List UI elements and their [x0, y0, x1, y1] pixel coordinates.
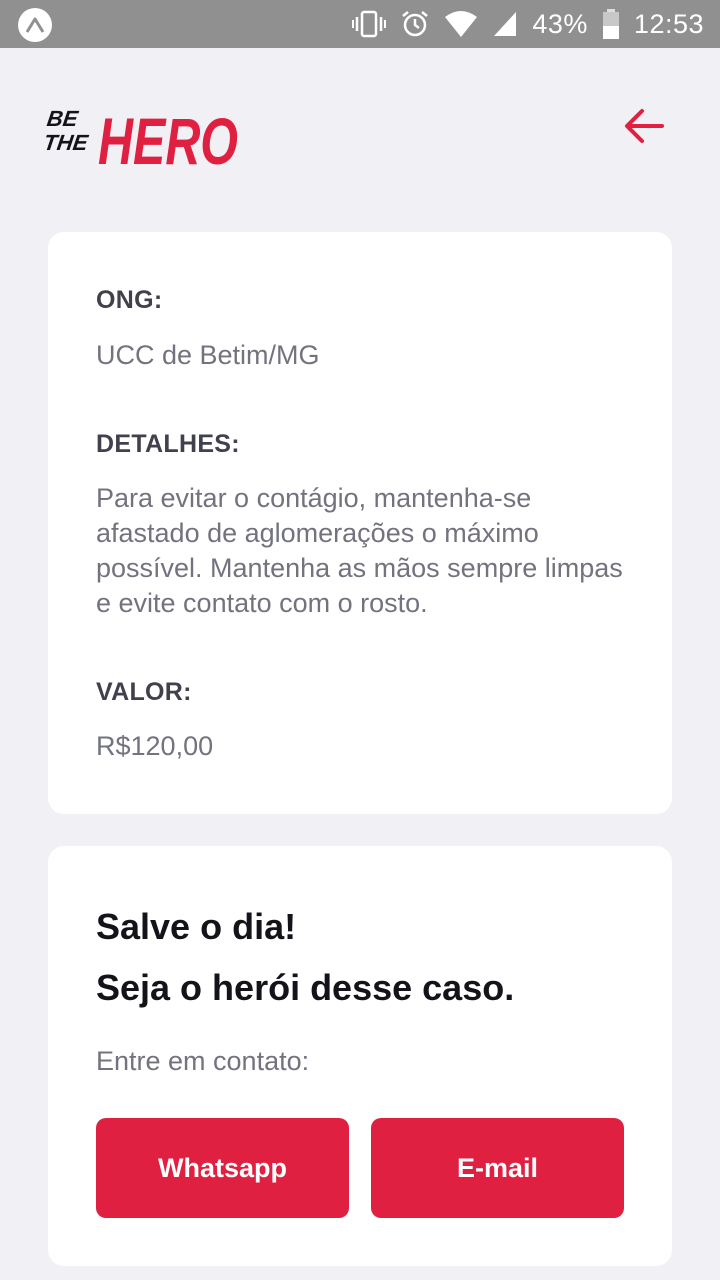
logo-hero: HERO [98, 104, 238, 174]
expo-app-icon [18, 8, 52, 42]
email-button[interactable]: E-mail [371, 1118, 624, 1218]
contact-prompt: Entre em contato: [96, 1046, 310, 1076]
contact-card: Salve o dia! Seja o herói desse caso. En… [48, 846, 672, 1266]
battery-percent: 43% [532, 8, 588, 39]
contact-title: Salve o dia! [96, 906, 297, 947]
arrow-left-icon [622, 106, 666, 151]
wifi-icon [444, 10, 478, 38]
logo-be: BE [46, 106, 81, 131]
clock: 12:53 [633, 8, 704, 39]
alarm-icon [400, 9, 430, 39]
ong-label: ONG: [96, 286, 163, 314]
value-amount: R$120,00 [96, 731, 214, 761]
value-label: VALOR: [96, 678, 192, 706]
back-button[interactable] [616, 100, 672, 156]
whatsapp-button[interactable]: Whatsapp [96, 1118, 349, 1218]
contact-subtitle: Seja o herói desse caso. [96, 967, 515, 1008]
vibrate-icon [352, 9, 387, 39]
signal-icon [492, 10, 518, 38]
ong-value: UCC de Betim/MG [96, 340, 320, 370]
be-the-hero-logo: BE THE HERO [42, 84, 242, 178]
logo-the: THE [46, 130, 91, 155]
status-bar: 43% 12:53 [0, 0, 720, 48]
incident-card: ONG: UCC de Betim/MG DETALHES: Para evit… [48, 232, 672, 814]
details-label: DETALHES: [96, 430, 240, 458]
battery-icon [602, 8, 620, 40]
details-value: Para evitar o contágio, mantenha-se afas… [96, 483, 623, 618]
